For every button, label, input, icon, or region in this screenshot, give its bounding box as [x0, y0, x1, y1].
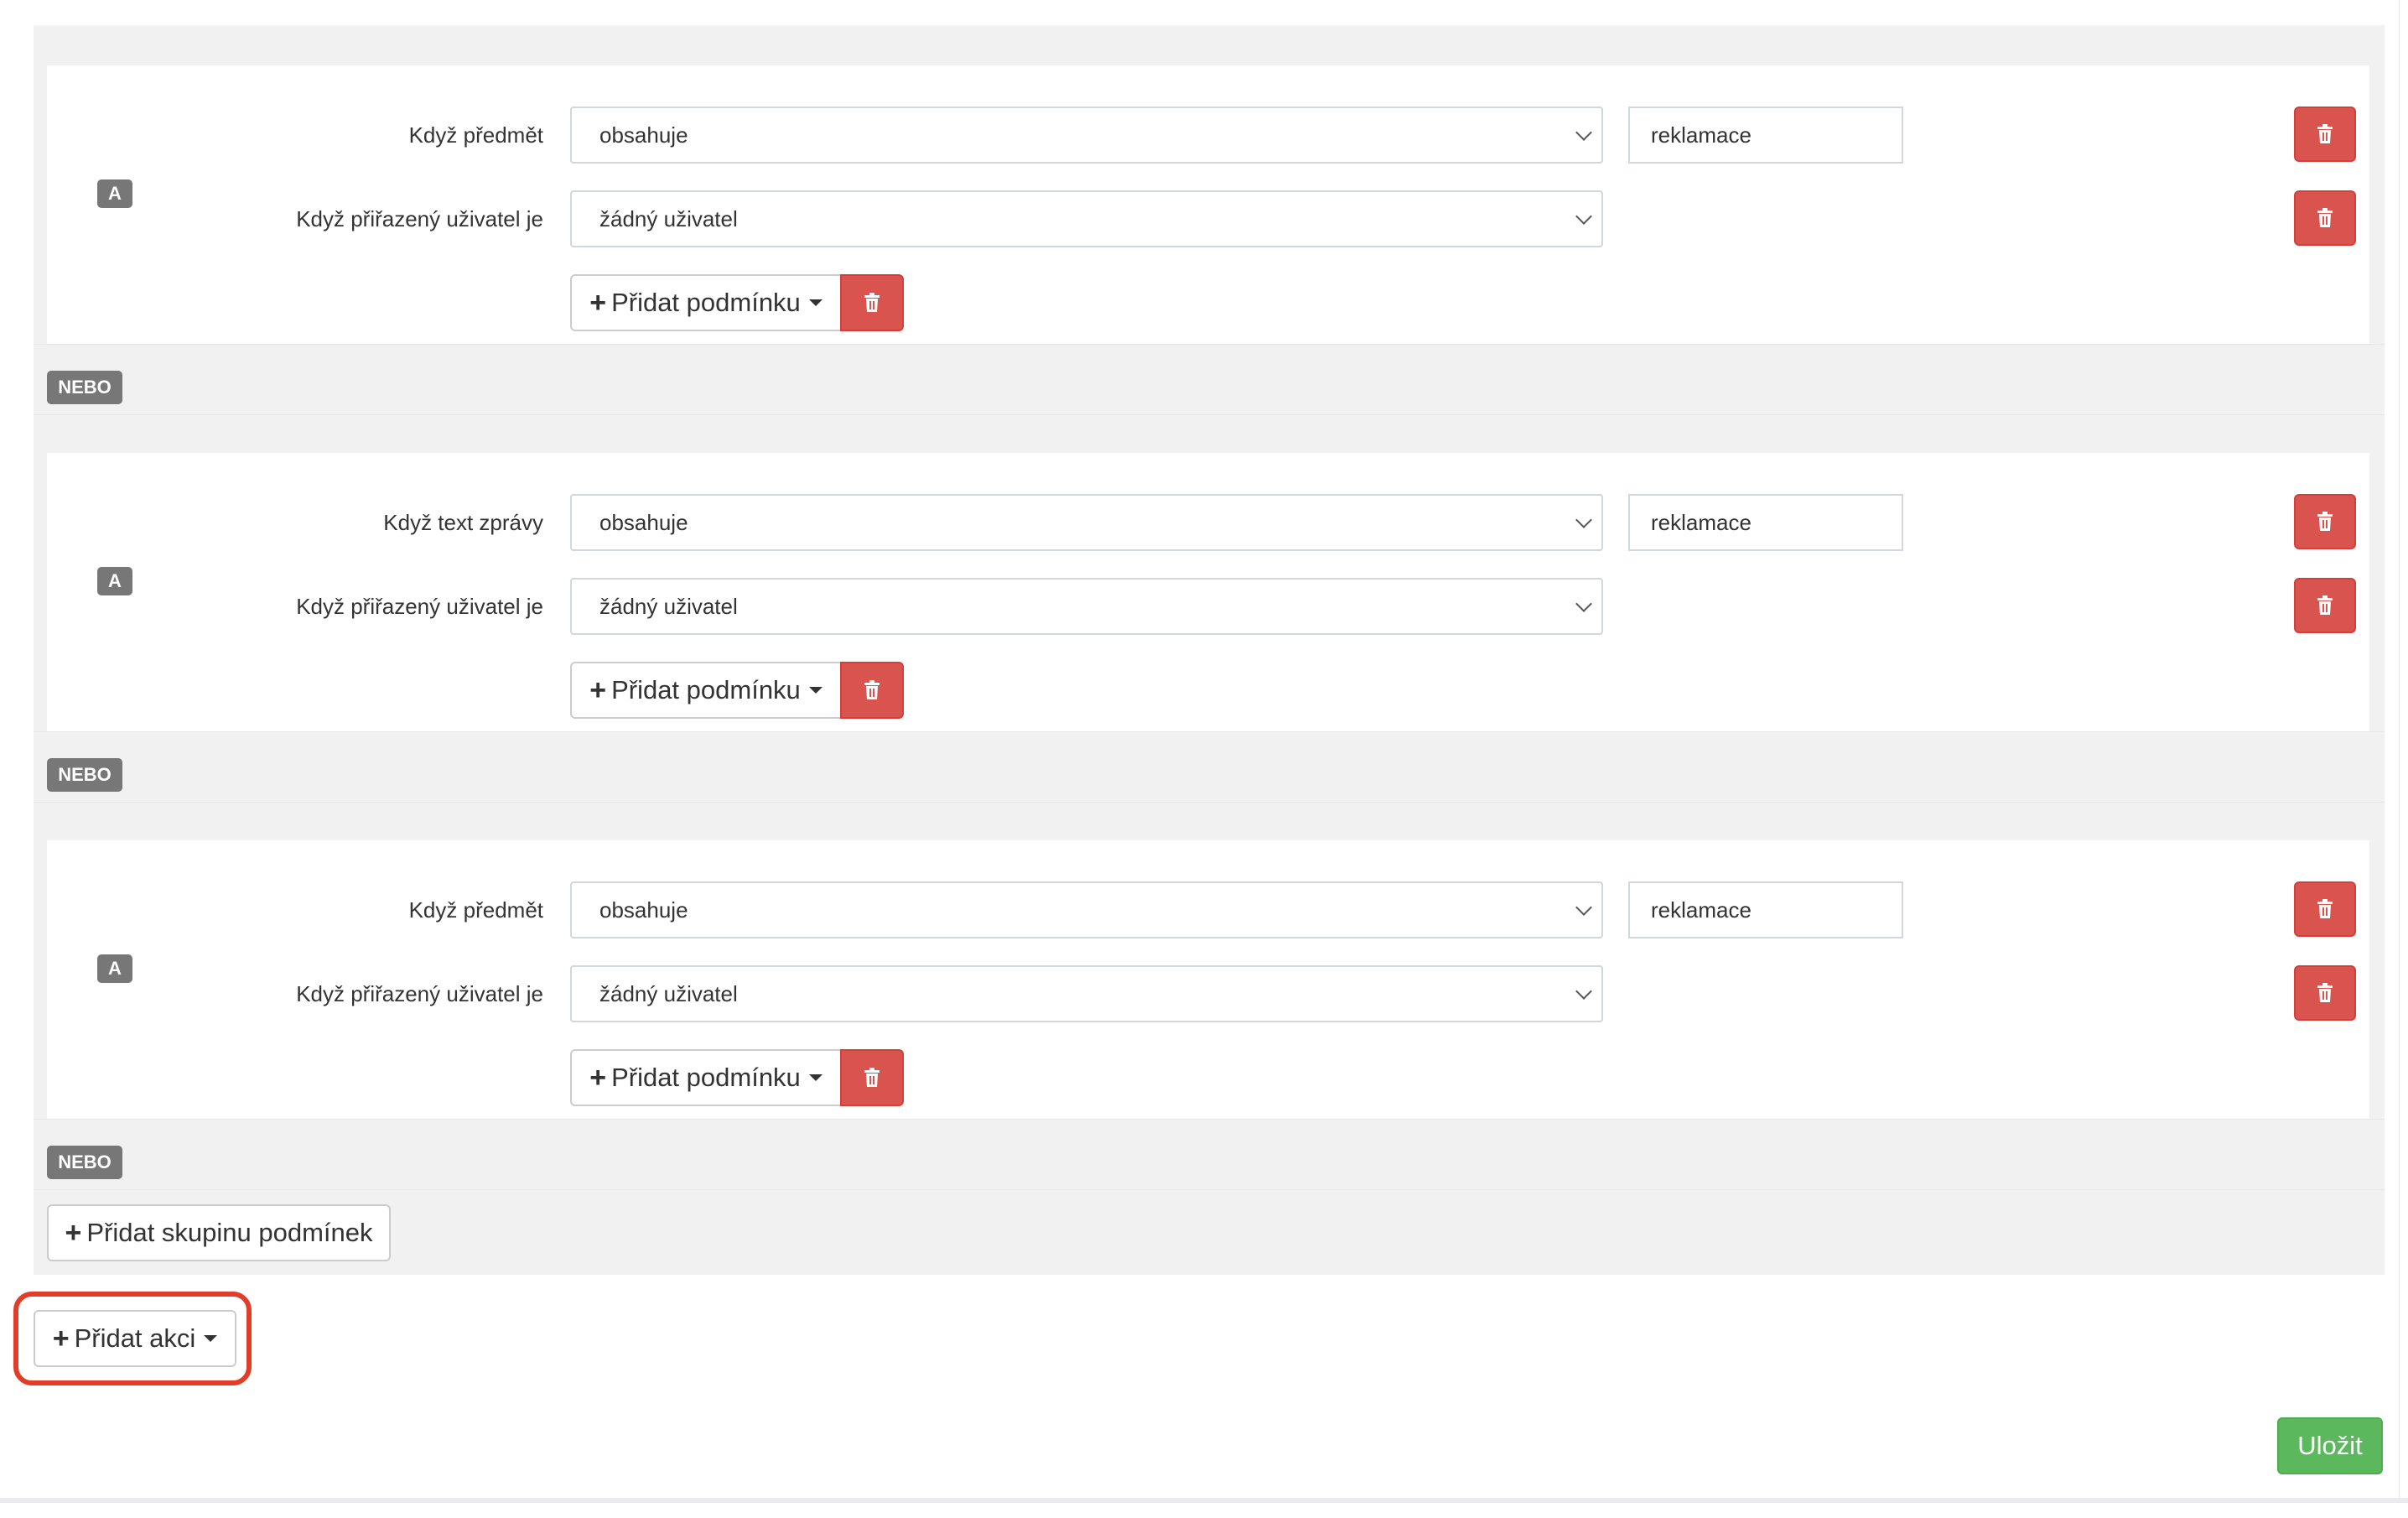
trash-icon: [2317, 983, 2333, 1002]
condition-label: Když předmět: [408, 122, 543, 148]
trash-icon: [2317, 899, 2333, 918]
add-condition-label: Přidat podmínku: [611, 288, 801, 317]
delete-condition-button[interactable]: [2294, 494, 2356, 549]
plus-icon: +: [589, 674, 607, 706]
trash-icon: [864, 680, 880, 699]
operator-select[interactable]: žádný uživatel: [570, 965, 1603, 1022]
add-condition-label: Přidat podmínku: [611, 1063, 801, 1092]
group-and-tag: A: [97, 567, 132, 595]
operator-select[interactable]: obsahuje: [570, 881, 1603, 938]
caret-down-icon: [808, 687, 823, 694]
trash-icon: [2317, 124, 2333, 143]
divider: [34, 344, 2385, 345]
add-condition-group-button[interactable]: + Přidat skupinu podmínek: [47, 1204, 391, 1261]
delete-group-button[interactable]: [840, 1049, 904, 1106]
operator-value: obsahuje: [599, 122, 688, 148]
delete-condition-button[interactable]: [2294, 881, 2356, 937]
or-separator-tag: NEBO: [47, 758, 122, 792]
condition-label: Když předmět: [408, 897, 543, 923]
condition-value-input[interactable]: reklamace: [1628, 494, 1903, 551]
condition-label: Když přiřazený uživatel je: [296, 594, 543, 619]
divider: [34, 731, 2385, 732]
operator-select[interactable]: žádný uživatel: [570, 578, 1603, 635]
operator-value: žádný uživatel: [599, 594, 738, 619]
delete-condition-button[interactable]: [2294, 578, 2356, 633]
divider: [34, 414, 2385, 415]
trash-icon: [2317, 208, 2333, 227]
delete-group-button[interactable]: [840, 274, 904, 331]
delete-group-button[interactable]: [840, 662, 904, 719]
trash-icon: [2317, 512, 2333, 531]
operator-value: obsahuje: [599, 897, 688, 923]
divider: [34, 802, 2385, 803]
divider: [34, 1119, 2385, 1120]
condition-value-input[interactable]: reklamace: [1628, 107, 1903, 164]
or-separator-tag: NEBO: [47, 371, 122, 404]
condition-label: Když přiřazený uživatel je: [296, 981, 543, 1006]
add-condition-button[interactable]: + Přidat podmínku: [570, 662, 842, 719]
chevron-down-icon: [1575, 208, 1592, 225]
divider: [34, 1189, 2385, 1190]
group-and-tag: A: [97, 954, 132, 983]
delete-condition-button[interactable]: [2294, 190, 2356, 246]
trash-icon: [2317, 595, 2333, 615]
panel-bottom-shadow: [0, 1498, 2408, 1503]
condition-label: Když text zprávy: [383, 510, 543, 535]
caret-down-icon: [808, 299, 823, 306]
delete-condition-button[interactable]: [2294, 965, 2356, 1021]
operator-select[interactable]: obsahuje: [570, 494, 1603, 551]
caret-down-icon: [808, 1074, 823, 1081]
chevron-down-icon: [1575, 983, 1592, 1000]
caret-down-icon: [204, 1335, 218, 1342]
plus-icon: +: [65, 1217, 82, 1249]
operator-select[interactable]: obsahuje: [570, 107, 1603, 164]
operator-value: obsahuje: [599, 510, 688, 535]
add-action-button[interactable]: + Přidat akci: [34, 1310, 236, 1367]
add-condition-button[interactable]: + Přidat podmínku: [570, 274, 842, 331]
add-condition-label: Přidat podmínku: [611, 675, 801, 704]
group-and-tag: A: [97, 179, 132, 208]
trash-icon: [864, 1068, 880, 1087]
plus-icon: +: [52, 1323, 70, 1354]
save-button[interactable]: Uložit: [2277, 1417, 2383, 1474]
or-separator-tag: NEBO: [47, 1146, 122, 1179]
chevron-down-icon: [1575, 512, 1592, 528]
plus-icon: +: [589, 287, 607, 319]
operator-select[interactable]: žádný uživatel: [570, 190, 1603, 247]
plus-icon: +: [589, 1062, 607, 1094]
condition-value-input[interactable]: reklamace: [1628, 881, 1903, 938]
delete-condition-button[interactable]: [2294, 107, 2356, 162]
operator-value: žádný uživatel: [599, 981, 738, 1006]
condition-label: Když přiřazený uživatel je: [296, 206, 543, 231]
chevron-down-icon: [1575, 899, 1592, 916]
add-action-label: Přidat akci: [74, 1323, 196, 1353]
chevron-down-icon: [1575, 124, 1592, 141]
add-condition-button[interactable]: + Přidat podmínku: [570, 1049, 842, 1106]
trash-icon: [864, 293, 880, 312]
chevron-down-icon: [1575, 595, 1592, 612]
operator-value: žádný uživatel: [599, 206, 738, 231]
add-group-label: Přidat skupinu podmínek: [86, 1218, 373, 1247]
